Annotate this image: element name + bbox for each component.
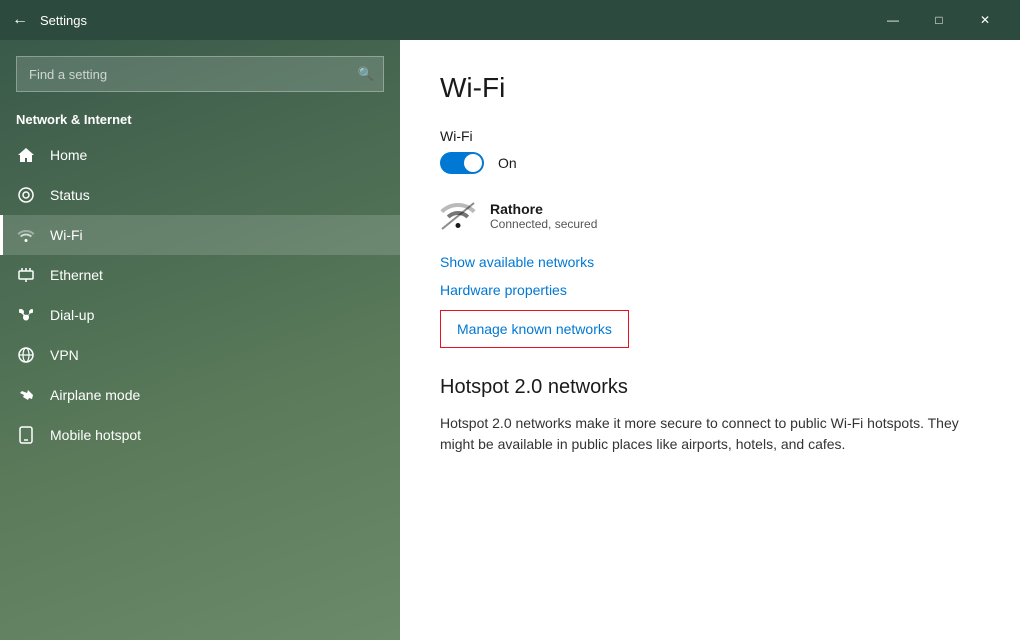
close-button[interactable]: ✕ [962, 0, 1008, 40]
ethernet-icon [16, 265, 36, 285]
sidebar-item-wifi[interactable]: Wi-Fi [0, 215, 400, 255]
content-area: Wi-Fi Wi-Fi On Rathore Connected, secure… [400, 40, 1020, 640]
status-icon [16, 185, 36, 205]
wifi-toggle[interactable] [440, 152, 484, 174]
search-container: 🔍 [16, 56, 384, 92]
main-layout: 🔍 Network & Internet Home Status [0, 40, 1020, 640]
sidebar-item-wifi-label: Wi-Fi [50, 227, 83, 243]
page-title: Wi-Fi [440, 72, 980, 104]
dialup-icon [16, 305, 36, 325]
sidebar-item-dialup[interactable]: Dial-up [0, 295, 400, 335]
search-input[interactable] [16, 56, 384, 92]
titlebar-title: Settings [40, 13, 870, 28]
titlebar: ← Settings — □ ✕ [0, 0, 1020, 40]
hotspot-heading: Hotspot 2.0 networks [440, 376, 980, 399]
manage-networks-link[interactable]: Manage known networks [457, 321, 612, 337]
manage-networks-box[interactable]: Manage known networks [440, 310, 629, 348]
sidebar-item-ethernet-label: Ethernet [50, 267, 103, 283]
wifi-toggle-row: On [440, 152, 980, 174]
airplane-icon [16, 385, 36, 405]
search-icon: 🔍 [358, 66, 374, 82]
network-info: Rathore Connected, secured [490, 201, 597, 231]
network-status: Connected, secured [490, 217, 597, 231]
home-icon [16, 145, 36, 165]
connected-network-row: Rathore Connected, secured [440, 198, 980, 234]
connected-wifi-icon [440, 198, 476, 234]
network-name: Rathore [490, 201, 597, 217]
sidebar-item-vpn[interactable]: VPN [0, 335, 400, 375]
hardware-properties-link[interactable]: Hardware properties [440, 282, 980, 298]
maximize-button[interactable]: □ [916, 0, 962, 40]
sidebar-item-vpn-label: VPN [50, 347, 79, 363]
vpn-icon [16, 345, 36, 365]
sidebar-item-status[interactable]: Status [0, 175, 400, 215]
sidebar-item-mobile-label: Mobile hotspot [50, 427, 141, 443]
wifi-toggle-label: On [498, 155, 517, 171]
sidebar-item-home-label: Home [50, 147, 87, 163]
back-button[interactable]: ← [12, 11, 28, 29]
show-networks-link[interactable]: Show available networks [440, 254, 980, 270]
wifi-section-label: Wi-Fi [440, 128, 980, 144]
sidebar-item-status-label: Status [50, 187, 90, 203]
sidebar-item-airplane-label: Airplane mode [50, 387, 140, 403]
wifi-icon [16, 225, 36, 245]
window-controls: — □ ✕ [870, 0, 1008, 40]
hotspot-description: Hotspot 2.0 networks make it more secure… [440, 413, 980, 455]
sidebar-item-airplane[interactable]: Airplane mode [0, 375, 400, 415]
minimize-button[interactable]: — [870, 0, 916, 40]
sidebar-item-home[interactable]: Home [0, 135, 400, 175]
sidebar-item-ethernet[interactable]: Ethernet [0, 255, 400, 295]
mobile-icon [16, 425, 36, 445]
sidebar: 🔍 Network & Internet Home Status [0, 40, 400, 640]
sidebar-category: Network & Internet [0, 100, 400, 135]
sidebar-item-mobile[interactable]: Mobile hotspot [0, 415, 400, 455]
sidebar-item-dialup-label: Dial-up [50, 307, 94, 323]
